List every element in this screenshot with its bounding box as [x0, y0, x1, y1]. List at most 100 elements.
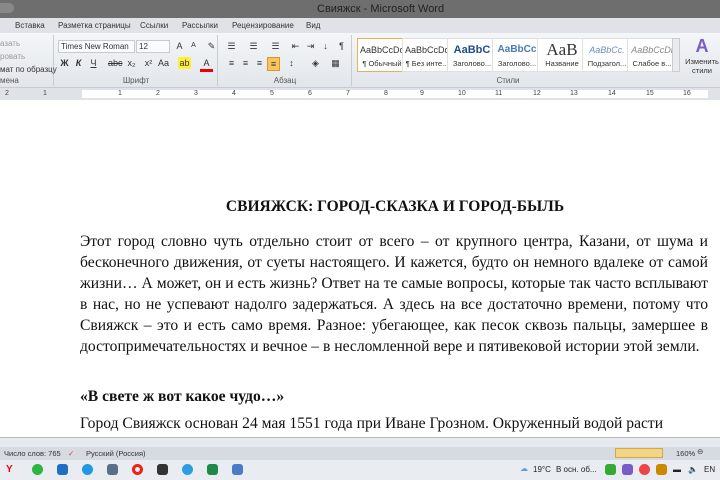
news-text[interactable]: В осн. об... [556, 465, 597, 474]
excel-icon[interactable] [207, 464, 218, 475]
status-bar: Число слов: 765 ✓ Русский (Россия) 160% … [0, 447, 720, 460]
pilcrow-icon[interactable]: ¶ [335, 40, 348, 52]
justify-icon[interactable]: ≡ [267, 57, 280, 71]
ruler-tick: 3 [194, 90, 198, 97]
font-size-select[interactable]: 12 [136, 40, 170, 53]
tab-view[interactable]: Вид [306, 21, 320, 30]
tab-mailings[interactable]: Рассылки [182, 21, 218, 30]
style-name: Заголово... [452, 59, 492, 68]
ruler-tick: 11 [495, 90, 503, 97]
ruler-tick: 5 [270, 90, 274, 97]
style-subtle-emphasis[interactable]: AaBbCcDi Слабое в... [627, 38, 677, 72]
partial-line: Город Свияжск основан 24 мая 1551 года п… [80, 415, 664, 432]
borders-icon[interactable]: ▦ [329, 57, 342, 69]
yandex-browser-icon[interactable]: Y [6, 464, 17, 475]
language-indicator[interactable]: EN [704, 465, 715, 474]
strikethrough-icon[interactable]: abc [108, 57, 123, 69]
underline-icon[interactable]: Ч [87, 57, 100, 69]
styles-scroll[interactable] [672, 38, 680, 72]
multilevel-list-icon[interactable]: ☰ [269, 40, 282, 52]
network-icon[interactable]: ▬ [673, 465, 681, 474]
font-group: Times New Roman 12 A A ✎ Ж К Ч abc x₂ x²… [55, 35, 218, 86]
align-right-icon[interactable]: ≡ [253, 57, 266, 69]
bullets-icon[interactable]: ☰ [225, 40, 238, 52]
document-title: СВИЯЖСК: ГОРОД-СКАЗКА И ГОРОД-БЫЛЬ [225, 198, 565, 215]
tray-icon[interactable] [639, 464, 650, 475]
align-left-icon[interactable]: ≡ [225, 57, 238, 69]
horizontal-scrollbar[interactable] [0, 437, 720, 447]
telegram-icon[interactable] [182, 464, 193, 475]
change-case-icon[interactable]: Aa [157, 57, 170, 69]
mail-icon[interactable] [57, 464, 68, 475]
word-count[interactable]: Число слов: 765 [4, 449, 61, 458]
bold-icon[interactable]: Ж [58, 57, 71, 69]
style-name: Слабое в... [632, 59, 672, 68]
align-center-icon[interactable]: ≡ [239, 57, 252, 69]
quick-access-toolbar[interactable] [0, 3, 14, 13]
numbering-icon[interactable]: ☰ [247, 40, 260, 52]
tray-icon[interactable] [605, 464, 616, 475]
tab-references[interactable]: Ссылки [140, 21, 168, 30]
grow-font-icon[interactable]: A [173, 40, 186, 52]
change-styles-label: Изменить стили [685, 57, 719, 75]
proofing-icon[interactable]: ✓ [68, 449, 74, 458]
calculator-icon[interactable] [107, 464, 118, 475]
font-color-icon[interactable]: A [200, 57, 213, 72]
tab-review[interactable]: Рецензирование [232, 21, 294, 30]
security-icon[interactable] [656, 464, 667, 475]
zoom-out-icon[interactable]: ⊖ [697, 447, 703, 456]
superscript-icon[interactable]: x² [142, 57, 155, 69]
sort-icon[interactable]: ↓ [319, 40, 332, 52]
style-sample: AaBbC [453, 44, 491, 56]
ruler-tick: 6 [308, 90, 312, 97]
style-heading2[interactable]: AaBbCc Заголово... [492, 38, 542, 72]
zoom-level[interactable]: 160% [676, 449, 695, 458]
window-title: Свияжск - Microsoft Word [317, 3, 445, 15]
word-icon[interactable] [232, 464, 243, 475]
cut-button[interactable]: азать [0, 39, 20, 48]
style-name: Подзагол... [587, 59, 627, 68]
style-sample: AaBbCcDi [631, 45, 673, 55]
shading-icon[interactable]: ◈ [309, 57, 322, 69]
font-name-select[interactable]: Times New Roman [58, 40, 135, 53]
ruler-tick: 2 [156, 90, 160, 97]
tab-insert[interactable]: Вставка [15, 21, 45, 30]
style-heading1[interactable]: AaBbC Заголово... [447, 38, 497, 72]
horizontal-ruler[interactable]: 2 1 1 2 3 4 5 6 7 8 9 10 11 12 13 14 15 … [0, 88, 720, 100]
style-normal[interactable]: AaBbCcDc ¶ Обычный [357, 38, 407, 72]
body-paragraph: Этот город словно чуть отдельно стоит от… [80, 233, 708, 355]
app-icon[interactable] [157, 464, 168, 475]
view-buttons[interactable] [615, 448, 663, 458]
clear-format-icon[interactable]: ✎ [205, 40, 218, 52]
title-bar: Свияжск - Microsoft Word [0, 0, 720, 18]
subscript-icon[interactable]: x₂ [125, 57, 138, 69]
style-sample: AaBbCc [497, 44, 537, 55]
whatsapp-icon[interactable] [32, 464, 43, 475]
shrink-font-icon[interactable]: A [187, 40, 200, 52]
viber-icon[interactable] [622, 464, 633, 475]
language[interactable]: Русский (Россия) [86, 449, 146, 458]
highlight-icon[interactable]: ab [178, 57, 191, 69]
skype-icon[interactable] [82, 464, 93, 475]
ruler-tick: 8 [384, 90, 388, 97]
paragraph-group: ☰ ☰ ☰ ⇤ ⇥ ↓ ¶ ≡ ≡ ≡ ≡ ↕ ◈ ▦ Абзац [219, 35, 352, 86]
document-page[interactable]: СВИЯЖСК: ГОРОД-СКАЗКА И ГОРОД-БЫЛЬ Этот … [0, 100, 720, 437]
format-painter-button[interactable]: мат по образцу [0, 65, 57, 74]
increase-indent-icon[interactable]: ⇥ [304, 40, 317, 52]
opera-icon[interactable] [132, 464, 143, 475]
ruler-tick: 4 [232, 90, 236, 97]
line-spacing-icon[interactable]: ↕ [285, 57, 298, 69]
decrease-indent-icon[interactable]: ⇤ [289, 40, 302, 52]
style-title[interactable]: AaB Название [537, 38, 587, 72]
style-name: ¶ Обычный [362, 59, 402, 68]
weather-temp[interactable]: 19°C [533, 465, 551, 474]
style-subtitle[interactable]: AaBbCc. Подзагол... [582, 38, 632, 72]
italic-icon[interactable]: К [72, 57, 85, 69]
style-no-spacing[interactable]: AaBbCcDc ¶ Без инте... [402, 38, 452, 72]
style-sample: AaBbCc. [589, 45, 625, 55]
tab-page-layout[interactable]: Разметка страницы [58, 21, 131, 30]
change-styles-button[interactable]: A Изменить стили [685, 36, 719, 75]
ruler-tick: 16 [683, 90, 691, 97]
copy-button[interactable]: ровать [0, 52, 25, 61]
volume-icon[interactable]: 🔈 [688, 465, 698, 474]
